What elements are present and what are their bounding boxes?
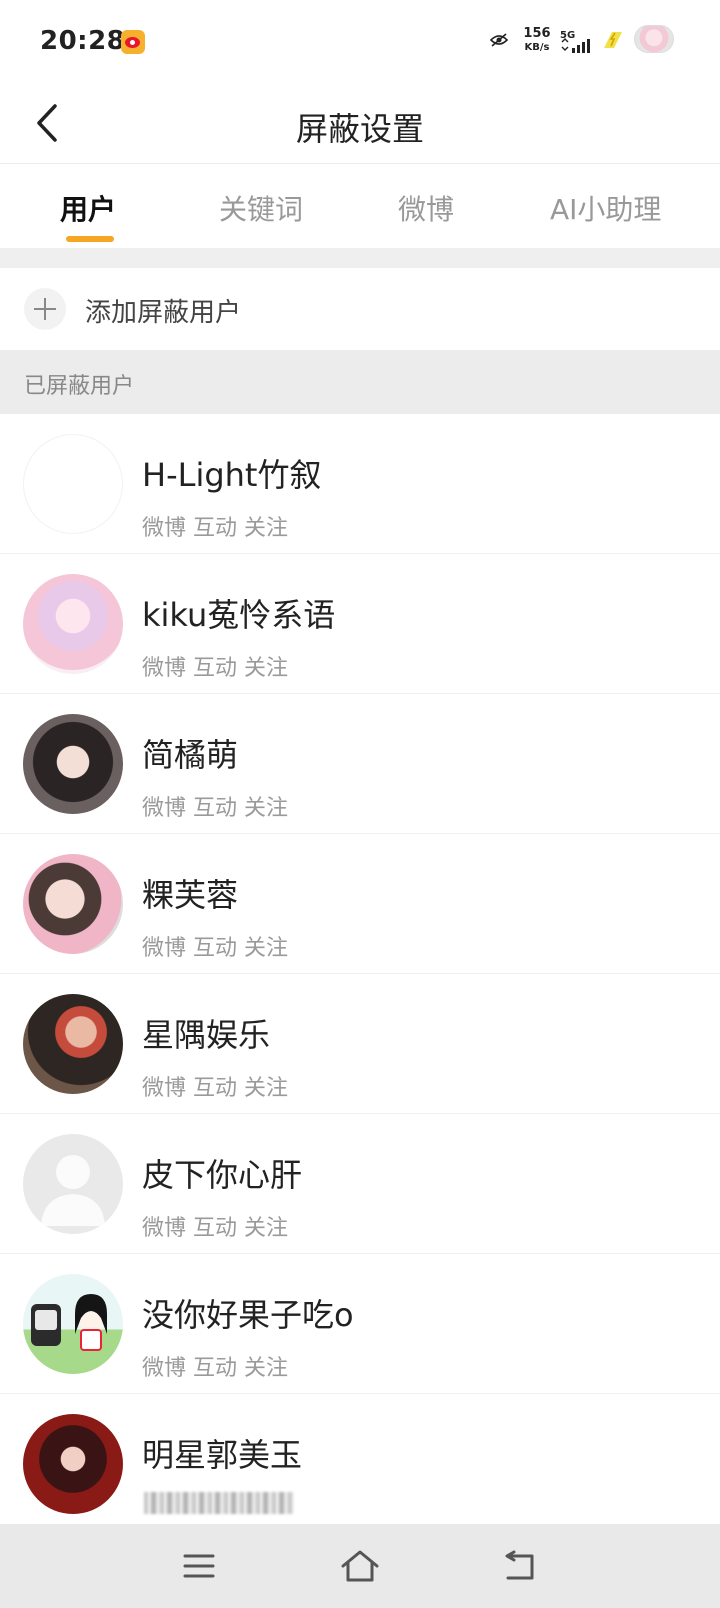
cartoon-avatar-icon	[31, 1294, 107, 1351]
section-header: 已屏蔽用户	[0, 350, 720, 414]
avatar[interactable]	[23, 854, 123, 954]
signal-5g-icon: 5G	[560, 30, 590, 53]
divider	[0, 248, 720, 268]
avatar[interactable]	[23, 1414, 123, 1514]
user-name: 皮下你心肝	[142, 1156, 303, 1194]
blocked-user-list: H-Light竹叙 微博 互动 关注 kiku菟怜系语 微博 互动 关注 简橘萌…	[0, 414, 720, 1534]
list-item[interactable]: H-Light竹叙 微博 互动 关注	[0, 414, 720, 554]
eye-off-icon	[490, 33, 508, 47]
user-name: H-Light竹叙	[142, 456, 322, 494]
tab-weibo[interactable]: 微博	[398, 188, 454, 228]
tab-users[interactable]: 用户	[60, 188, 116, 228]
status-avatar-icon	[634, 25, 674, 53]
user-name: 明星郭美玉	[142, 1436, 303, 1474]
list-item[interactable]: 粿芙蓉 微博 互动 关注	[0, 834, 720, 974]
user-block-scope: 微博 互动 关注	[142, 1216, 288, 1241]
avatar[interactable]	[23, 994, 123, 1094]
default-user-icon	[41, 1155, 105, 1226]
status-bar: 20:28 156 KB/s 5G	[0, 0, 720, 84]
home-button[interactable]	[338, 1546, 382, 1586]
avatar[interactable]	[23, 1134, 123, 1234]
menu-icon	[183, 1554, 215, 1578]
list-item[interactable]: 明星郭美玉	[0, 1394, 720, 1534]
svg-text:5G: 5G	[560, 30, 575, 41]
user-block-scope: 微博 互动 关注	[142, 936, 288, 961]
add-blocked-user-button[interactable]: 添加屏蔽用户	[0, 268, 720, 350]
network-speed: 156 KB/s	[523, 26, 551, 54]
tab-bar: 用户 关键词 微博 AI小助理	[0, 164, 720, 248]
charging-icon	[604, 32, 622, 48]
user-name: 粿芙蓉	[142, 876, 239, 914]
plus-icon	[24, 288, 66, 330]
status-time: 20:28	[40, 26, 126, 56]
menu-button[interactable]	[177, 1546, 221, 1586]
list-item[interactable]: 星隅娱乐 微博 互动 关注	[0, 974, 720, 1114]
user-block-scope: 微博 互动 关注	[142, 1076, 288, 1101]
back-nav-button[interactable]	[498, 1546, 542, 1586]
avatar[interactable]	[23, 1274, 123, 1374]
user-block-scope: 微博 互动 关注	[142, 796, 288, 821]
list-item[interactable]: 没你好果子吃o 微博 互动 关注	[0, 1254, 720, 1394]
home-icon	[341, 1550, 379, 1582]
user-block-scope: 微博 互动 关注	[142, 1356, 288, 1381]
page-title: 屏蔽设置	[295, 110, 424, 148]
add-blocked-user-label: 添加屏蔽用户	[85, 298, 242, 328]
system-nav-bar	[0, 1524, 720, 1608]
user-block-scope: 微博 互动 关注	[142, 656, 288, 681]
user-name: kiku菟怜系语	[142, 596, 336, 634]
tab-ai-assistant[interactable]: AI小助理	[550, 188, 661, 228]
user-block-scope: 微博 互动 关注	[142, 516, 288, 541]
section-title: 已屏蔽用户	[24, 374, 135, 399]
header: 屏蔽设置	[0, 84, 720, 164]
avatar[interactable]	[23, 434, 123, 534]
user-name: 没你好果子吃o	[142, 1296, 354, 1334]
active-tab-indicator	[66, 236, 114, 242]
tab-keywords[interactable]: 关键词	[219, 188, 303, 228]
blurred-text	[144, 1492, 294, 1514]
weibo-app-icon	[121, 30, 145, 54]
avatar[interactable]	[23, 714, 123, 814]
user-name: 简橘萌	[142, 736, 239, 774]
user-name: 星隅娱乐	[142, 1016, 271, 1054]
list-item[interactable]: 皮下你心肝 微博 互动 关注	[0, 1114, 720, 1254]
return-icon	[505, 1550, 534, 1580]
list-item[interactable]: 简橘萌 微博 互动 关注	[0, 694, 720, 834]
list-item[interactable]: kiku菟怜系语 微博 互动 关注	[0, 554, 720, 694]
avatar[interactable]	[23, 574, 123, 674]
